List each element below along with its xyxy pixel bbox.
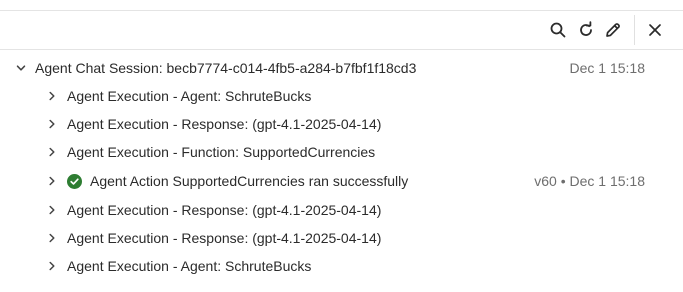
- check-circle-icon: [67, 174, 82, 189]
- tree-item[interactable]: Agent Execution - Agent: SchruteBucks: [0, 82, 683, 110]
- tree-item-label: Agent Execution - Response: (gpt-4.1-202…: [67, 230, 382, 246]
- chevron-right-icon[interactable]: [46, 90, 58, 102]
- tree-item[interactable]: Agent Execution - Response: (gpt-4.1-202…: [0, 224, 683, 252]
- search-icon: [550, 22, 566, 38]
- tree-item[interactable]: Agent Execution - Agent: SchruteBucks: [0, 252, 683, 280]
- edit-button[interactable]: [601, 18, 625, 42]
- chevron-right-icon[interactable]: [46, 232, 58, 244]
- chevron-right-icon[interactable]: [46, 175, 58, 187]
- refresh-button[interactable]: [574, 18, 598, 42]
- close-button[interactable]: [643, 18, 667, 42]
- session-title: Agent Chat Session: becb7774-c014-4fb5-a…: [35, 60, 417, 76]
- chevron-right-icon[interactable]: [46, 146, 58, 158]
- session-timestamp: Dec 1 15:18: [569, 60, 646, 76]
- tree-item[interactable]: Agent Execution - Response: (gpt-4.1-202…: [0, 110, 683, 138]
- tree-item-label: Agent Execution - Agent: SchruteBucks: [67, 258, 312, 274]
- toolbar: [0, 11, 683, 50]
- edit-icon: [606, 23, 620, 37]
- tree-item-label: Agent Execution - Response: (gpt-4.1-202…: [67, 202, 382, 218]
- toolbar-divider: [634, 15, 635, 45]
- tree-item-label: Agent Execution - Agent: SchruteBucks: [67, 88, 312, 104]
- search-button[interactable]: [546, 18, 570, 42]
- close-icon: [649, 24, 661, 36]
- tree-item[interactable]: Agent Execution - Response: (gpt-4.1-202…: [0, 196, 683, 224]
- tree-item-action[interactable]: Agent Action SupportedCurrencies ran suc…: [0, 167, 683, 195]
- chevron-right-icon[interactable]: [46, 260, 58, 272]
- tree-item-label: Agent Execution - Response: (gpt-4.1-202…: [67, 116, 382, 132]
- action-version-timestamp: v60 • Dec 1 15:18: [534, 173, 645, 189]
- tree-item-label: Agent Execution - Function: SupportedCur…: [67, 144, 376, 160]
- chevron-down-icon[interactable]: [15, 62, 27, 74]
- tree-item[interactable]: Agent Execution - Function: SupportedCur…: [0, 138, 683, 166]
- tree-item-label: Agent Action SupportedCurrencies ran suc…: [90, 173, 409, 189]
- chevron-right-icon[interactable]: [46, 118, 58, 130]
- chevron-right-icon[interactable]: [46, 204, 58, 216]
- session-row[interactable]: Agent Chat Session: becb7774-c014-4fb5-a…: [0, 54, 683, 82]
- refresh-icon: [580, 21, 592, 36]
